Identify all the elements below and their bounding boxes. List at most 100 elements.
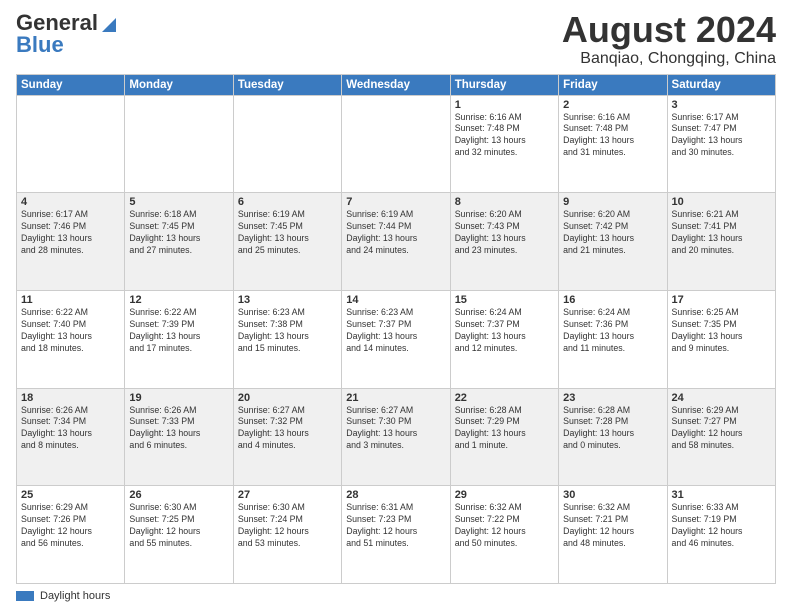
day-info: Sunrise: 6:32 AM Sunset: 7:22 PM Dayligh… [455,502,554,550]
day-number: 19 [129,392,228,404]
legend: Daylight hours [16,590,776,602]
weekday-header-row: SundayMondayTuesdayWednesdayThursdayFrid… [17,74,776,95]
calendar-cell: 5Sunrise: 6:18 AM Sunset: 7:45 PM Daylig… [125,193,233,291]
calendar-cell: 30Sunrise: 6:32 AM Sunset: 7:21 PM Dayli… [559,486,667,584]
location-title: Banqiao, Chongqing, China [562,50,776,68]
weekday-header-wednesday: Wednesday [342,74,450,95]
day-info: Sunrise: 6:32 AM Sunset: 7:21 PM Dayligh… [563,502,662,550]
day-info: Sunrise: 6:19 AM Sunset: 7:45 PM Dayligh… [238,209,337,257]
calendar-cell: 4Sunrise: 6:17 AM Sunset: 7:46 PM Daylig… [17,193,125,291]
day-number: 16 [563,294,662,306]
weekday-header-tuesday: Tuesday [233,74,341,95]
day-number: 7 [346,196,445,208]
day-info: Sunrise: 6:17 AM Sunset: 7:47 PM Dayligh… [672,112,771,160]
calendar-cell: 19Sunrise: 6:26 AM Sunset: 7:33 PM Dayli… [125,388,233,486]
weekday-header-sunday: Sunday [17,74,125,95]
day-info: Sunrise: 6:30 AM Sunset: 7:25 PM Dayligh… [129,502,228,550]
calendar-cell [342,95,450,193]
page: General Blue August 2024 Banqiao, Chongq… [0,0,792,612]
calendar-cell: 24Sunrise: 6:29 AM Sunset: 7:27 PM Dayli… [667,388,775,486]
day-number: 14 [346,294,445,306]
day-number: 11 [21,294,120,306]
logo-blue: Blue [16,32,64,58]
day-number: 28 [346,489,445,501]
calendar-cell [233,95,341,193]
calendar-cell: 2Sunrise: 6:16 AM Sunset: 7:48 PM Daylig… [559,95,667,193]
day-number: 25 [21,489,120,501]
day-number: 27 [238,489,337,501]
day-number: 17 [672,294,771,306]
day-number: 15 [455,294,554,306]
day-info: Sunrise: 6:24 AM Sunset: 7:37 PM Dayligh… [455,307,554,355]
calendar-cell: 29Sunrise: 6:32 AM Sunset: 7:22 PM Dayli… [450,486,558,584]
calendar-cell: 18Sunrise: 6:26 AM Sunset: 7:34 PM Dayli… [17,388,125,486]
day-number: 18 [21,392,120,404]
day-info: Sunrise: 6:28 AM Sunset: 7:29 PM Dayligh… [455,405,554,453]
day-info: Sunrise: 6:27 AM Sunset: 7:30 PM Dayligh… [346,405,445,453]
day-number: 21 [346,392,445,404]
calendar-cell: 23Sunrise: 6:28 AM Sunset: 7:28 PM Dayli… [559,388,667,486]
weekday-header-friday: Friday [559,74,667,95]
calendar-cell: 8Sunrise: 6:20 AM Sunset: 7:43 PM Daylig… [450,193,558,291]
calendar-cell: 11Sunrise: 6:22 AM Sunset: 7:40 PM Dayli… [17,290,125,388]
day-info: Sunrise: 6:25 AM Sunset: 7:35 PM Dayligh… [672,307,771,355]
calendar-cell: 22Sunrise: 6:28 AM Sunset: 7:29 PM Dayli… [450,388,558,486]
legend-color-box [16,591,34,601]
day-info: Sunrise: 6:17 AM Sunset: 7:46 PM Dayligh… [21,209,120,257]
day-info: Sunrise: 6:16 AM Sunset: 7:48 PM Dayligh… [563,112,662,160]
day-number: 4 [21,196,120,208]
day-info: Sunrise: 6:33 AM Sunset: 7:19 PM Dayligh… [672,502,771,550]
day-info: Sunrise: 6:23 AM Sunset: 7:37 PM Dayligh… [346,307,445,355]
calendar-cell: 17Sunrise: 6:25 AM Sunset: 7:35 PM Dayli… [667,290,775,388]
calendar-cell: 10Sunrise: 6:21 AM Sunset: 7:41 PM Dayli… [667,193,775,291]
logo-triangle-icon [98,12,120,34]
day-number: 30 [563,489,662,501]
calendar-cell: 31Sunrise: 6:33 AM Sunset: 7:19 PM Dayli… [667,486,775,584]
calendar-cell [125,95,233,193]
day-info: Sunrise: 6:30 AM Sunset: 7:24 PM Dayligh… [238,502,337,550]
day-info: Sunrise: 6:31 AM Sunset: 7:23 PM Dayligh… [346,502,445,550]
calendar-week-row: 18Sunrise: 6:26 AM Sunset: 7:34 PM Dayli… [17,388,776,486]
calendar-cell: 28Sunrise: 6:31 AM Sunset: 7:23 PM Dayli… [342,486,450,584]
day-info: Sunrise: 6:26 AM Sunset: 7:33 PM Dayligh… [129,405,228,453]
day-number: 10 [672,196,771,208]
calendar-cell: 16Sunrise: 6:24 AM Sunset: 7:36 PM Dayli… [559,290,667,388]
day-number: 23 [563,392,662,404]
header: General Blue August 2024 Banqiao, Chongq… [16,10,776,68]
day-number: 1 [455,99,554,111]
calendar-cell: 15Sunrise: 6:24 AM Sunset: 7:37 PM Dayli… [450,290,558,388]
title-block: August 2024 Banqiao, Chongqing, China [562,10,776,68]
day-info: Sunrise: 6:28 AM Sunset: 7:28 PM Dayligh… [563,405,662,453]
day-info: Sunrise: 6:19 AM Sunset: 7:44 PM Dayligh… [346,209,445,257]
calendar-cell: 25Sunrise: 6:29 AM Sunset: 7:26 PM Dayli… [17,486,125,584]
day-number: 29 [455,489,554,501]
calendar-week-row: 25Sunrise: 6:29 AM Sunset: 7:26 PM Dayli… [17,486,776,584]
day-info: Sunrise: 6:27 AM Sunset: 7:32 PM Dayligh… [238,405,337,453]
calendar-cell: 20Sunrise: 6:27 AM Sunset: 7:32 PM Dayli… [233,388,341,486]
day-number: 12 [129,294,228,306]
calendar-cell: 13Sunrise: 6:23 AM Sunset: 7:38 PM Dayli… [233,290,341,388]
day-number: 31 [672,489,771,501]
day-info: Sunrise: 6:16 AM Sunset: 7:48 PM Dayligh… [455,112,554,160]
day-info: Sunrise: 6:20 AM Sunset: 7:42 PM Dayligh… [563,209,662,257]
calendar-cell: 27Sunrise: 6:30 AM Sunset: 7:24 PM Dayli… [233,486,341,584]
calendar-week-row: 1Sunrise: 6:16 AM Sunset: 7:48 PM Daylig… [17,95,776,193]
day-number: 3 [672,99,771,111]
day-info: Sunrise: 6:22 AM Sunset: 7:40 PM Dayligh… [21,307,120,355]
day-number: 13 [238,294,337,306]
calendar-week-row: 4Sunrise: 6:17 AM Sunset: 7:46 PM Daylig… [17,193,776,291]
day-number: 2 [563,99,662,111]
calendar-cell: 1Sunrise: 6:16 AM Sunset: 7:48 PM Daylig… [450,95,558,193]
legend-label: Daylight hours [40,590,110,602]
calendar-cell: 26Sunrise: 6:30 AM Sunset: 7:25 PM Dayli… [125,486,233,584]
calendar-cell: 6Sunrise: 6:19 AM Sunset: 7:45 PM Daylig… [233,193,341,291]
calendar-week-row: 11Sunrise: 6:22 AM Sunset: 7:40 PM Dayli… [17,290,776,388]
day-number: 20 [238,392,337,404]
weekday-header-saturday: Saturday [667,74,775,95]
day-info: Sunrise: 6:29 AM Sunset: 7:27 PM Dayligh… [672,405,771,453]
day-number: 6 [238,196,337,208]
weekday-header-monday: Monday [125,74,233,95]
calendar-cell: 12Sunrise: 6:22 AM Sunset: 7:39 PM Dayli… [125,290,233,388]
day-number: 8 [455,196,554,208]
calendar-cell [17,95,125,193]
